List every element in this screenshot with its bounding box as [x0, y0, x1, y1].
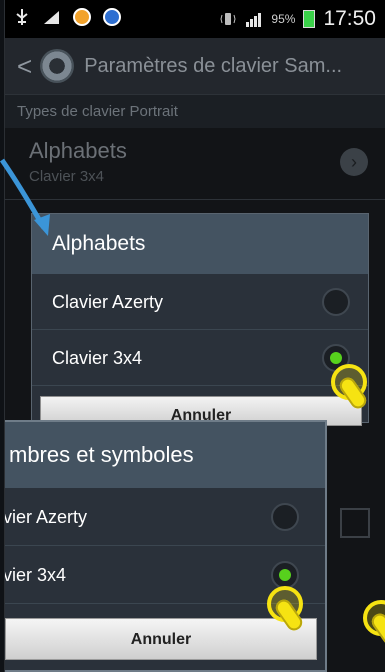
back-chevron-icon[interactable]: < — [17, 51, 32, 82]
dialog-title: mbres et symboles — [5, 422, 325, 488]
background-checkbox — [340, 508, 370, 538]
option-label: Clavier Azerty — [52, 292, 164, 312]
notification-sync-icon — [103, 8, 121, 26]
setting-title: Alphabets — [29, 138, 127, 163]
setting-subtitle: Clavier 3x4 — [29, 168, 105, 185]
option-clavier-azerty[interactable]: vier Azerty — [4, 488, 325, 546]
option-label: vier 3x4 — [4, 565, 67, 585]
touch-pointer-icon — [267, 586, 311, 634]
callout-arrow-icon — [0, 158, 50, 236]
page-title: Paramètres de clavier Sam... — [84, 54, 343, 77]
section-header: Types de clavier Portrait — [5, 94, 385, 128]
setting-row-alphabets[interactable]: Alphabets Clavier 3x4 › — [5, 128, 385, 200]
clock: 17:50 — [323, 7, 376, 30]
numbers-symbols-dialog: mbres et symboles vier Azerty vier 3x4 A… — [4, 420, 327, 672]
notification-app-icon — [73, 8, 91, 26]
alphabets-dialog: Alphabets Clavier Azerty Clavier 3x4 Ann… — [31, 213, 369, 426]
chevron-right-icon: › — [340, 148, 368, 176]
option-clavier-azerty[interactable]: Clavier Azerty — [32, 274, 368, 330]
touch-pointer-icon — [363, 600, 385, 648]
touch-pointer-icon — [331, 364, 375, 412]
status-bar: 95% 17:50 — [5, 0, 385, 38]
dialog-title: Alphabets — [32, 214, 368, 274]
signal-icon — [43, 8, 61, 26]
battery-icon — [303, 10, 316, 28]
gear-icon — [40, 49, 75, 83]
radio-button-selected[interactable] — [271, 561, 299, 589]
usb-icon — [13, 8, 31, 26]
option-label: vier Azerty — [4, 507, 88, 527]
battery-percent: 95% — [271, 12, 296, 26]
signal-bars-icon — [245, 10, 263, 28]
status-left — [13, 8, 121, 26]
action-bar: < Paramètres de clavier Sam... — [5, 38, 385, 94]
phone-screen: 95% 17:50 < Paramètres de clavier Sam...… — [4, 0, 385, 672]
radio-button[interactable] — [322, 288, 350, 316]
status-right: 95% 17:50 — [219, 7, 376, 31]
option-label: Clavier 3x4 — [52, 348, 143, 368]
vibrate-icon — [219, 10, 237, 28]
option-clavier-3x4[interactable]: Clavier 3x4 — [32, 330, 368, 386]
radio-button[interactable] — [271, 503, 299, 531]
